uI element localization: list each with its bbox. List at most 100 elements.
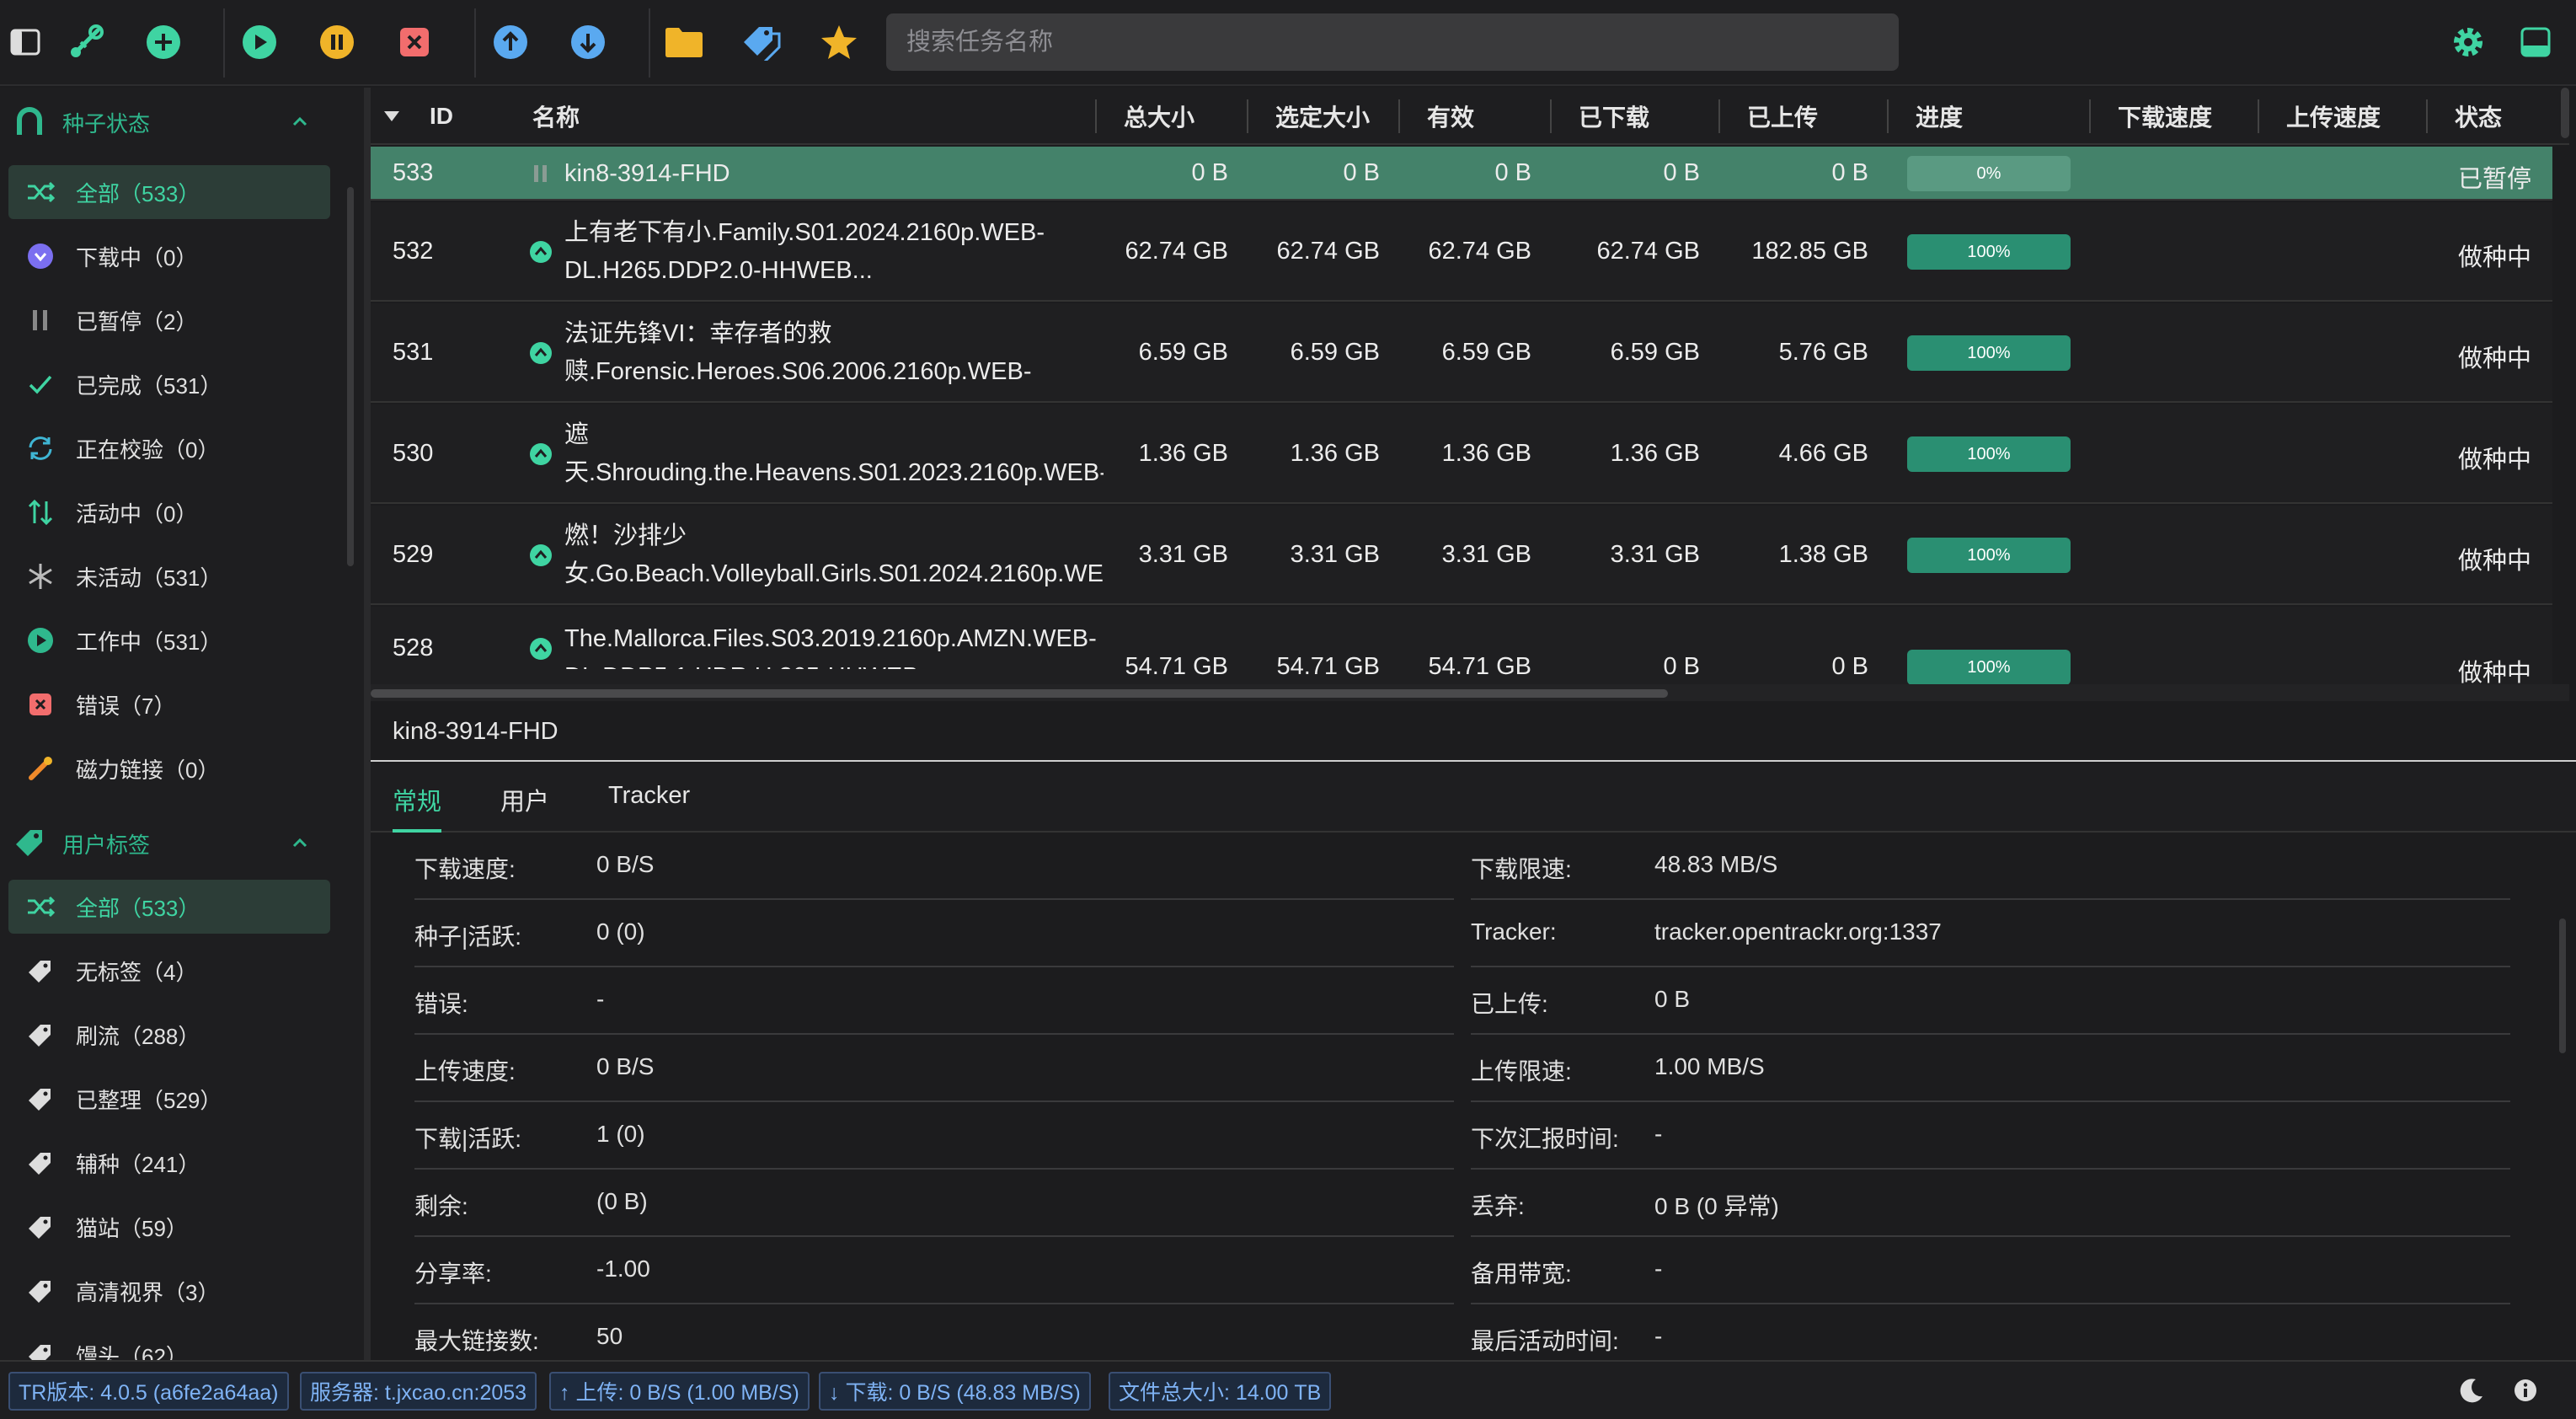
tag-item-untagged[interactable]: 无标签（4） <box>8 944 330 998</box>
tag-item-organized[interactable]: 已整理（529） <box>8 1072 330 1126</box>
status-item-working[interactable]: 工作中（531） <box>8 613 330 667</box>
tag-item-crossseed[interactable]: 辅种（241） <box>8 1136 330 1190</box>
status-item-magnet[interactable]: 磁力链接（0） <box>8 742 330 795</box>
sidebar-resize-handle[interactable] <box>364 88 371 1360</box>
detail-vertical-scrollbar[interactable] <box>2559 918 2566 1053</box>
start-button[interactable] <box>234 17 285 67</box>
torrent-table: 533 kin8-3914-FHD 0 B 0 B 0 B 0 B 0 B 0% 已暂停 532 上… <box>371 88 2569 684</box>
status-item-checking[interactable]: 正在校验（0） <box>8 421 330 475</box>
theme-toggle-button[interactable] <box>2455 1373 2488 1407</box>
tag-item-mteam[interactable]: 馒头（62） <box>8 1328 330 1360</box>
add-link-button[interactable] <box>61 17 111 67</box>
favorite-button[interactable] <box>814 17 864 67</box>
status-item-downloading[interactable]: 下载中（0） <box>8 229 330 283</box>
settings-button[interactable] <box>2443 17 2493 67</box>
detail-field-label: 上传速度: <box>414 1058 516 1084</box>
magnet-icon <box>17 107 42 135</box>
detail-field-value: - <box>1654 1256 1663 1282</box>
cell-uploaded: 182.85 GB <box>1751 238 1868 265</box>
set-labels-button[interactable] <box>736 17 787 67</box>
move-up-button[interactable] <box>485 17 536 67</box>
tags-icon <box>16 830 42 856</box>
cell-uploaded: 5.76 GB <box>1778 339 1868 366</box>
detail-field-label: 错误: <box>414 991 468 1017</box>
cell-id: 528 <box>393 635 434 661</box>
seeding-status-icon <box>530 544 552 566</box>
horizontal-scrollbar[interactable] <box>371 689 1668 698</box>
status-item-paused[interactable]: 已暂停（2） <box>8 293 330 347</box>
sidebar-scrollbar[interactable] <box>347 187 354 566</box>
remove-button[interactable] <box>389 17 440 67</box>
tags-section-header[interactable]: 用户标签 <box>0 814 337 873</box>
cell-downloaded: 6.59 GB <box>1610 339 1700 366</box>
tab-peers[interactable]: 用户 <box>500 782 549 817</box>
search-input[interactable] <box>886 13 1899 71</box>
table-row[interactable]: 529 燃！沙排少女.Go.Beach.Volleyball.Girls.S01.… <box>371 506 2552 605</box>
detail-field: 下载|活跃: 1 (0) <box>414 1102 1454 1170</box>
tag-item-brush[interactable]: 刷流（288） <box>8 1008 330 1062</box>
arrow-down-circle-icon <box>571 25 605 59</box>
table-row[interactable]: 530 遮天.Shrouding.the.Heavens.S01.2023.216… <box>371 404 2552 504</box>
toggle-sidebar-button[interactable] <box>0 17 51 67</box>
info-button[interactable] <box>2509 1373 2542 1407</box>
tab-tracker[interactable]: Tracker <box>608 782 690 810</box>
detail-field-label: 最后活动时间: <box>1471 1328 1619 1354</box>
cell-selected: 3.31 GB <box>1290 541 1380 568</box>
detail-field-label: 丢弃: <box>1471 1193 1525 1219</box>
cell-name: 燃！沙排少女.Go.Beach.Volleyball.Girls.S01.202… <box>564 522 1104 587</box>
tag-icon <box>25 1340 56 1360</box>
magnet-link-icon <box>71 24 104 57</box>
star-icon <box>821 25 857 59</box>
status-item-all[interactable]: 全部（533） <box>8 165 330 219</box>
cell-selected: 0 B <box>1343 159 1380 186</box>
seeding-status-icon <box>530 638 552 660</box>
detail-field: 错误: - <box>414 967 1454 1035</box>
table-row[interactable]: 532 上有老下有小.Family.S01.2024.2160p.WEB-DL.H… <box>371 202 2552 302</box>
status-item-label: 磁力链接（0） <box>76 757 220 783</box>
status-item-completed[interactable]: 已完成（531） <box>8 357 330 411</box>
table-row[interactable]: 531 法证先锋VI：幸存者的救赎.Forensic.Heroes.S06.200… <box>371 303 2552 403</box>
tag-item-label: 刷流（288） <box>76 1023 200 1049</box>
cell-state: 做种中 <box>2458 548 2532 575</box>
cell-name: 遮天.Shrouding.the.Heavens.S01.2023.2160p.… <box>564 421 1104 486</box>
detail-field: 剩余: (0 B) <box>414 1170 1454 1237</box>
download-speed-chip[interactable]: ↓ 下载: 0 B/S (48.83 MB/S) <box>819 1372 1091 1411</box>
cell-state: 做种中 <box>2458 660 2532 684</box>
tag-item-hdview[interactable]: 高清视界（3） <box>8 1264 330 1318</box>
shuffle-icon <box>25 177 56 207</box>
move-down-button[interactable] <box>563 17 613 67</box>
add-torrent-button[interactable] <box>138 17 189 67</box>
cell-total: 54.71 GB <box>1125 653 1228 680</box>
tag-item-label: 已整理（529） <box>76 1087 222 1113</box>
check-icon <box>25 369 56 399</box>
status-item-error[interactable]: 错误（7） <box>8 677 330 731</box>
status-item-inactive[interactable]: 未活动（531） <box>8 549 330 603</box>
plus-circle-icon <box>147 25 180 59</box>
detail-field-label: Tracker: <box>1471 918 1557 945</box>
tag-item-all[interactable]: 全部（533） <box>8 880 330 934</box>
change-directory-button[interactable] <box>659 17 709 67</box>
table-row[interactable]: 533 kin8-3914-FHD 0 B 0 B 0 B 0 B 0 B 0% 已暂停 <box>371 147 2552 201</box>
status-item-active[interactable]: 活动中（0） <box>8 485 330 539</box>
table-vertical-scrollbar[interactable] <box>2561 88 2569 138</box>
cell-total: 3.31 GB <box>1138 541 1228 568</box>
cell-name: 上有老下有小.Family.S01.2024.2160p.WEB-DL.H265… <box>564 219 1045 284</box>
updown-arrows-icon <box>25 497 56 527</box>
toolbar <box>0 0 2576 86</box>
status-item-label: 活动中（0） <box>76 501 198 527</box>
tag-item-cat[interactable]: 猫站（59） <box>8 1200 330 1254</box>
status-item-label: 未活动（531） <box>76 565 222 591</box>
progress-bar: 100% <box>1907 234 2071 270</box>
upload-speed-chip[interactable]: ↑ 上传: 0 B/S (1.00 MB/S) <box>549 1372 810 1411</box>
tab-general[interactable]: 常规 <box>393 782 441 817</box>
toggle-detail-button[interactable] <box>2510 17 2561 67</box>
detail-field-value: -1.00 <box>596 1256 650 1282</box>
progress-bar: 0% <box>1907 156 2071 191</box>
detail-field-label: 下次汇报时间: <box>1471 1126 1619 1152</box>
cell-id: 531 <box>393 339 434 366</box>
pause-button[interactable] <box>312 17 362 67</box>
cell-name: The.Mallorca.Files.S03.2019.2160p.AMZN.W… <box>564 625 1097 669</box>
table-row[interactable]: 528 The.Mallorca.Files.S03.2019.2160p.AMZ… <box>371 607 2552 684</box>
tag-icon <box>25 1212 56 1242</box>
status-section-header[interactable]: 种子状态 <box>0 93 337 152</box>
